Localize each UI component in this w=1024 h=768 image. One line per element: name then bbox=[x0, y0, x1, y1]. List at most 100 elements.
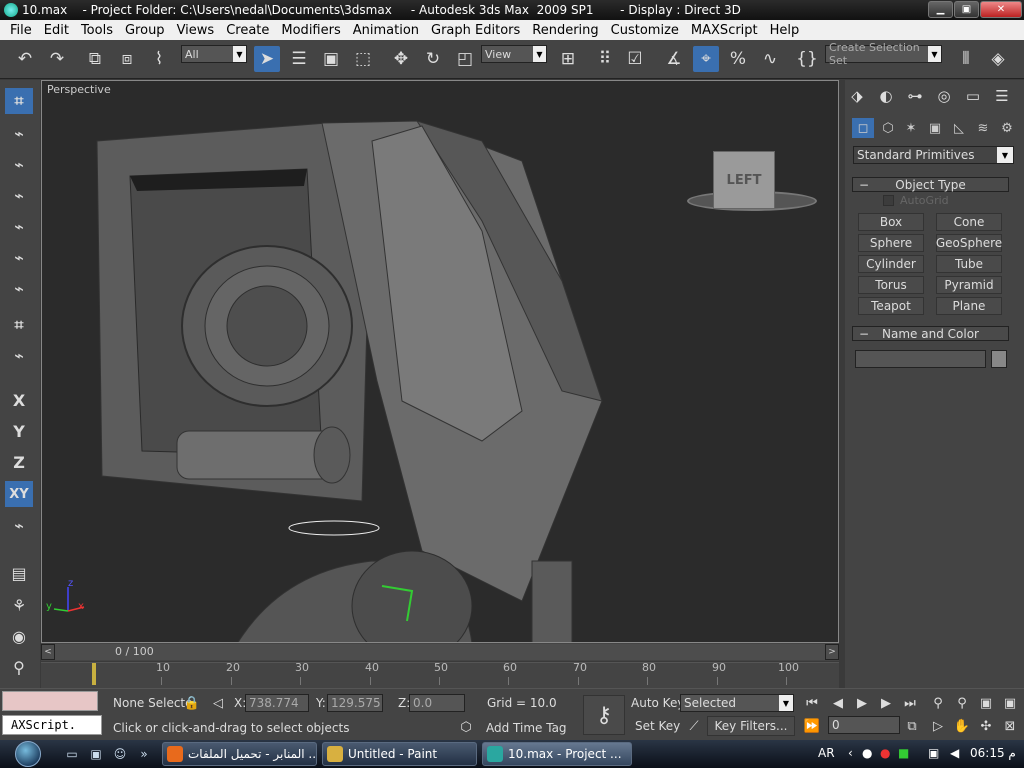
select-and-link-icon[interactable]: ⧉ bbox=[82, 46, 108, 72]
autogrid-checkbox[interactable]: AutoGrid bbox=[883, 194, 949, 207]
orbit-icon[interactable]: ✣ bbox=[976, 716, 996, 736]
messenger-icon[interactable]: ☺ bbox=[112, 746, 128, 762]
snap-xy-icon[interactable]: ⌁ bbox=[5, 342, 33, 368]
time-slider-prev-button[interactable]: < bbox=[41, 644, 55, 660]
quick-launch-more-icon[interactable]: » bbox=[136, 746, 152, 762]
snap-face-icon[interactable]: ⌁ bbox=[5, 244, 33, 270]
set-key-button[interactable]: Set Key bbox=[635, 719, 680, 733]
autogrid-checkbox-box[interactable] bbox=[883, 195, 894, 206]
redo-icon[interactable]: ↷ bbox=[44, 46, 70, 72]
object-type-rollout[interactable]: − Object Type bbox=[852, 177, 1009, 192]
menu-customize[interactable]: Customize bbox=[605, 23, 685, 38]
motion-tab-icon[interactable]: ◎ bbox=[932, 84, 956, 108]
window-crossing-icon[interactable]: ⬚ bbox=[350, 46, 376, 72]
time-slider-next-button[interactable]: > bbox=[825, 644, 839, 660]
show-desktop-icon[interactable]: ▭ bbox=[64, 746, 80, 762]
constrain-y-button[interactable]: Y bbox=[5, 418, 33, 444]
pyramid-button[interactable]: Pyramid bbox=[936, 276, 1002, 294]
menu-animation[interactable]: Animation bbox=[347, 23, 425, 38]
viewcube-face-left[interactable]: LEFT bbox=[713, 151, 775, 209]
constrain-xy-button[interactable]: XY bbox=[5, 481, 33, 507]
spinner-snap-icon[interactable]: % bbox=[725, 46, 751, 72]
lock-selection-icon[interactable]: 🔒 bbox=[182, 693, 202, 713]
viewcube[interactable]: LEFT bbox=[682, 143, 817, 223]
adaptive-degradation-icon[interactable]: ⬡ bbox=[456, 717, 476, 737]
menu-rendering[interactable]: Rendering bbox=[526, 23, 604, 38]
sphere-button[interactable]: Sphere bbox=[858, 234, 924, 252]
light-tool-icon[interactable]: ⚲ bbox=[5, 654, 33, 680]
tray-expand-icon[interactable]: ‹ bbox=[848, 746, 853, 760]
close-button[interactable]: ✕ bbox=[980, 1, 1022, 18]
time-slider[interactable]: < 0 / 100 > bbox=[41, 643, 839, 661]
cameras-icon[interactable]: ▣ bbox=[924, 118, 946, 138]
box-button[interactable]: Box bbox=[858, 213, 924, 231]
menu-edit[interactable]: Edit bbox=[38, 23, 75, 38]
menu-group[interactable]: Group bbox=[119, 23, 171, 38]
snaps-toggle-icon[interactable]: ☑ bbox=[622, 46, 648, 72]
constrain-x-button[interactable]: X bbox=[5, 387, 33, 413]
perspective-viewport[interactable]: Perspective LEFT z y x bbox=[41, 80, 839, 643]
systems-icon[interactable]: ⚙ bbox=[996, 118, 1018, 138]
cone-button[interactable]: Cone bbox=[936, 213, 1002, 231]
snap-grid-icon[interactable]: ⌗ bbox=[5, 312, 33, 338]
x-coord-field[interactable]: 738.774 bbox=[245, 694, 309, 712]
snap-vertex-icon[interactable]: ⌁ bbox=[5, 120, 33, 146]
name-and-color-rollout[interactable]: − Name and Color bbox=[852, 326, 1009, 341]
rotate-icon[interactable]: ↻ bbox=[420, 46, 446, 72]
current-frame-field[interactable]: 0 bbox=[828, 716, 900, 734]
3dsmax-app-icon[interactable] bbox=[4, 3, 18, 17]
bind-space-warp-icon[interactable]: ⌇ bbox=[146, 46, 172, 72]
zoom-extents-all-icon[interactable]: ▣ bbox=[1000, 693, 1020, 713]
object-name-input[interactable] bbox=[855, 350, 986, 368]
go-to-start-icon[interactable]: ⏮ bbox=[802, 693, 822, 713]
reference-coordinate-dropdown[interactable]: View ▼ bbox=[481, 45, 547, 63]
named-selection-dropdown[interactable]: Create Selection Set ▼ bbox=[825, 41, 942, 67]
menu-views[interactable]: Views bbox=[171, 23, 221, 38]
constrain-plane-icon[interactable]: ⌁ bbox=[5, 512, 33, 538]
mirror-icon[interactable]: ⫴ bbox=[953, 46, 979, 72]
add-time-tag[interactable]: Add Time Tag bbox=[486, 721, 567, 735]
geosphere-button[interactable]: GeoSphere bbox=[936, 234, 1002, 252]
cylinder-button[interactable]: Cylinder bbox=[858, 255, 924, 273]
snap-edge-icon[interactable]: ⌁ bbox=[5, 213, 33, 239]
tube-button[interactable]: Tube bbox=[936, 255, 1002, 273]
display-tab-icon[interactable]: ▭ bbox=[961, 84, 985, 108]
select-by-name-icon[interactable]: ☰ bbox=[286, 46, 312, 72]
percent-snap-icon[interactable]: ⌖ bbox=[693, 46, 719, 72]
constrain-z-button[interactable]: Z bbox=[5, 449, 33, 475]
taskbar-item-3dsmax[interactable]: 10.max - Project ... bbox=[482, 742, 632, 766]
clock[interactable]: 06:15 م bbox=[970, 746, 1016, 760]
track-bar[interactable]: 10 20 30 40 50 60 70 80 90 100 bbox=[41, 661, 839, 688]
antivirus-icon[interactable]: ● bbox=[880, 746, 890, 760]
menu-modifiers[interactable]: Modifiers bbox=[275, 23, 346, 38]
rectangular-selection-icon[interactable]: ▣ bbox=[318, 46, 344, 72]
default-tangents-icon[interactable]: ⟋ bbox=[684, 716, 704, 736]
menu-help[interactable]: Help bbox=[764, 23, 806, 38]
pan-icon[interactable]: ✋ bbox=[952, 716, 972, 736]
snap-toggle-icon[interactable]: ⌗ bbox=[5, 88, 33, 114]
lights-icon[interactable]: ✶ bbox=[900, 118, 922, 138]
pivot-center-icon[interactable]: ⊞ bbox=[555, 46, 581, 72]
snap-endpoint-icon[interactable]: ⌁ bbox=[5, 151, 33, 177]
user-icon[interactable]: ● bbox=[862, 746, 872, 760]
helpers-icon[interactable]: ◺ bbox=[948, 118, 970, 138]
snap-midpoint-icon[interactable]: ⌁ bbox=[5, 182, 33, 208]
language-indicator[interactable]: AR bbox=[818, 746, 835, 760]
utilities-tab-icon[interactable]: ☰ bbox=[990, 84, 1014, 108]
time-configuration-icon[interactable]: ⧉ bbox=[902, 716, 922, 736]
y-coord-field[interactable]: 129.575 bbox=[327, 694, 383, 712]
mirror-object-icon[interactable]: ⚘ bbox=[5, 592, 33, 618]
key-filters-button[interactable]: Key Filters... bbox=[707, 716, 795, 736]
field-of-view-icon[interactable]: ▷ bbox=[928, 716, 948, 736]
scale-icon[interactable]: ◰ bbox=[452, 46, 478, 72]
play-icon[interactable]: ▶ bbox=[852, 693, 872, 713]
modify-tab-icon[interactable]: ◐ bbox=[874, 84, 898, 108]
time-cursor[interactable] bbox=[92, 663, 96, 685]
shapes-icon[interactable]: ⬡ bbox=[877, 118, 899, 138]
object-stack-icon[interactable]: ▤ bbox=[5, 560, 33, 586]
named-selection-braces-icon[interactable]: {} bbox=[794, 46, 820, 72]
zoom-extents-icon[interactable]: ▣ bbox=[976, 693, 996, 713]
network-icon[interactable]: ▣ bbox=[928, 746, 939, 760]
menu-tools[interactable]: Tools bbox=[75, 23, 119, 38]
edit-named-selection-icon[interactable]: ∿ bbox=[757, 46, 783, 72]
